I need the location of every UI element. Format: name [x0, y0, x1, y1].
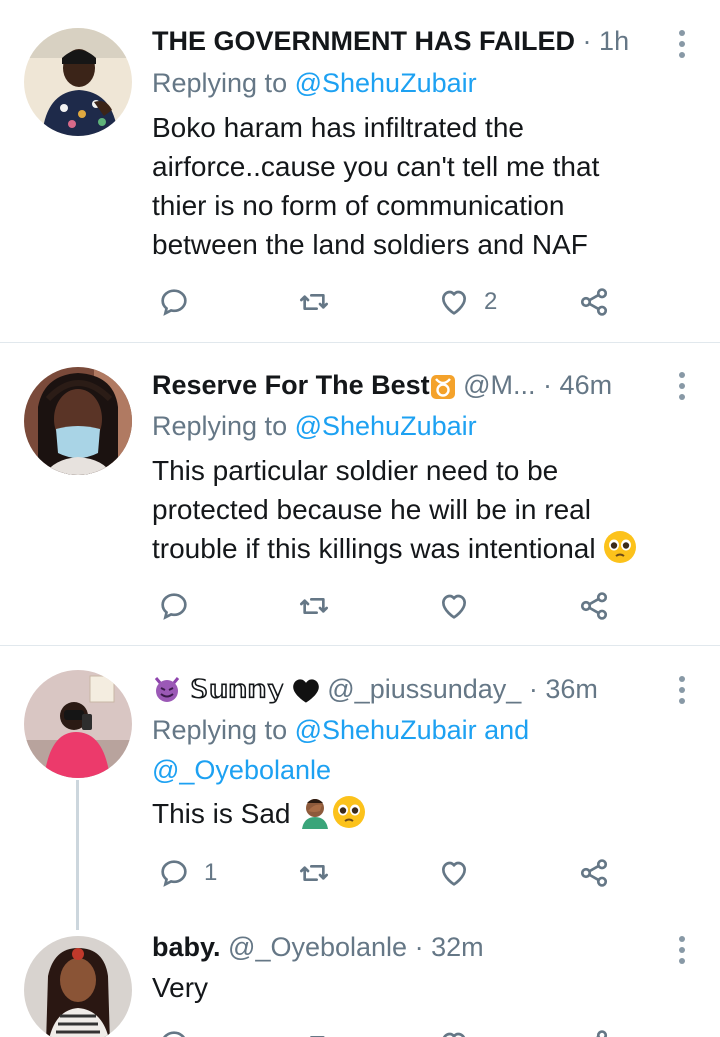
mention-link[interactable]: @ShehuZubair and [295, 715, 530, 745]
smiling-imp-icon [152, 674, 182, 706]
like-button[interactable] [438, 853, 484, 893]
pleading-face-icon [332, 795, 366, 839]
more-options-icon[interactable] [678, 676, 686, 709]
reply-count: 1 [204, 859, 218, 886]
pleading-face-icon [603, 530, 637, 574]
timestamp[interactable]: 32m [431, 932, 484, 962]
timestamp[interactable]: 1h [599, 26, 629, 56]
more-options-icon[interactable] [678, 936, 686, 969]
reply-icon [161, 860, 187, 887]
display-name[interactable]: baby. [152, 932, 221, 962]
replying-to: Replying to @ShehuZubair and @_Oyebolanl… [152, 710, 529, 790]
reply-icon [163, 1031, 185, 1037]
mention-link[interactable]: @ShehuZubair [295, 411, 477, 441]
tweet-3[interactable]: 𝕊𝕦𝕟𝕟𝕪 @_piussunday_ · 36m Replying to @S… [0, 646, 720, 926]
taurus-icon [430, 374, 456, 402]
text-line: between the land soldiers and NAF [152, 229, 588, 260]
replying-to: Replying to @ShehuZubair [152, 63, 477, 103]
text-line: Boko haram has infiltrated the [152, 112, 524, 143]
action-bar [152, 1024, 632, 1037]
tweet-1[interactable]: THE GOVERNMENT HAS FAILED · 1h Replying … [0, 0, 720, 342]
more-options-icon[interactable] [678, 30, 686, 63]
avatar[interactable] [24, 28, 132, 136]
more-options-icon[interactable] [678, 372, 686, 405]
share-icon [580, 592, 608, 620]
tweet-2[interactable]: Reserve For The Best @M... · 46m Replyin… [0, 343, 720, 645]
text-line: This is Sad [152, 798, 291, 829]
retweet-icon [310, 1036, 325, 1037]
retweet-button[interactable] [298, 282, 344, 322]
replying-label: Replying to [152, 411, 295, 441]
action-bar: 1 [152, 853, 632, 893]
tweet-header: 𝕊𝕦𝕟𝕟𝕪 @_piussunday_ · 36m [152, 672, 660, 706]
avatar[interactable] [24, 367, 132, 475]
text-line: trouble if this killings was intentional [152, 533, 596, 564]
text-line: thier is no form of communication [152, 190, 565, 221]
share-button[interactable] [578, 1024, 610, 1037]
replying-to: Replying to @ShehuZubair [152, 406, 477, 446]
retweet-button[interactable] [298, 586, 344, 626]
action-bar: 2 [152, 282, 632, 322]
avatar[interactable] [24, 936, 132, 1037]
tweet-text: Boko haram has infiltrated the airforce.… [152, 108, 692, 264]
reply-button[interactable] [158, 282, 204, 322]
display-name[interactable]: Reserve For The Best [152, 370, 430, 400]
mention-link[interactable]: @ShehuZubair [295, 68, 477, 98]
timestamp[interactable]: 36m [545, 674, 598, 704]
like-button[interactable] [438, 586, 484, 626]
separator-dot: · [582, 26, 600, 56]
black-heart-icon [292, 678, 320, 706]
facepalm-icon [298, 795, 332, 839]
share-icon [595, 1030, 608, 1037]
share-button[interactable] [578, 586, 610, 626]
reply-icon [161, 289, 187, 316]
mention-link[interactable]: @_Oyebolanle [152, 755, 331, 785]
tweet-text: This particular soldier need to be prote… [152, 451, 692, 574]
like-count: 2 [484, 288, 498, 315]
reply-button[interactable] [158, 586, 204, 626]
share-button[interactable] [578, 853, 610, 893]
text-line: protected because he will be in real [152, 494, 591, 525]
replying-label: Replying to [152, 715, 295, 745]
tweet-header: Reserve For The Best @M... · 46m [152, 368, 660, 402]
separator-dot: · [407, 932, 432, 962]
retweet-icon [300, 865, 328, 881]
heart-icon [442, 290, 466, 315]
text-line: This particular soldier need to be [152, 455, 559, 486]
replying-label: Replying to [152, 68, 295, 98]
handle[interactable]: @_Oyebolanle [228, 932, 407, 962]
reply-button[interactable] [158, 1024, 190, 1037]
handle[interactable]: @_piussunday_ [327, 674, 521, 704]
action-bar [152, 586, 632, 626]
tweet-4[interactable]: baby. @_Oyebolanle · 32m Very [0, 926, 720, 1037]
display-name[interactable]: THE GOVERNMENT HAS FAILED [152, 26, 575, 56]
tweet-text: This is Sad [152, 794, 692, 839]
tweet-header: THE GOVERNMENT HAS FAILED · 1h [152, 24, 660, 58]
reply-button[interactable]: 1 [158, 853, 217, 893]
like-button[interactable] [438, 1024, 470, 1037]
heart-icon [442, 594, 466, 619]
heart-icon [442, 1032, 466, 1037]
tweet-text: Very [152, 968, 692, 1007]
display-name[interactable]: 𝕊𝕦𝕟𝕟𝕪 [190, 674, 285, 704]
retweet-icon [300, 598, 328, 614]
share-button[interactable] [578, 282, 610, 322]
avatar[interactable] [24, 670, 132, 778]
heart-icon [442, 861, 466, 886]
timestamp[interactable]: 46m [560, 370, 613, 400]
retweet-button[interactable] [298, 1024, 330, 1037]
share-icon [580, 288, 608, 316]
retweet-button[interactable] [298, 853, 344, 893]
text-line: airforce..cause you can't tell me that [152, 151, 600, 182]
like-button[interactable]: 2 [438, 282, 497, 322]
share-icon [580, 859, 608, 887]
tweet-header: baby. @_Oyebolanle · 32m [152, 930, 660, 964]
reply-icon [161, 593, 187, 620]
separator-dot: · [543, 370, 560, 400]
separator-dot: · [521, 674, 546, 704]
retweet-icon [300, 294, 328, 310]
text-line: Very [152, 972, 209, 1003]
handle[interactable]: @M... [463, 370, 535, 400]
